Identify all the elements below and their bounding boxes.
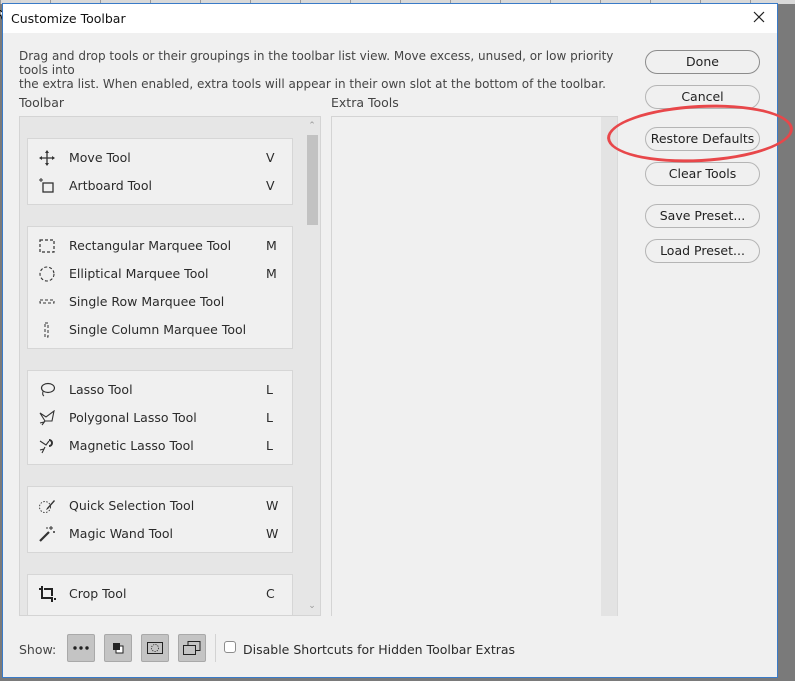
tool-name: Polygonal Lasso Tool <box>69 410 197 425</box>
single-row-marquee-icon <box>38 294 56 310</box>
show-label: Show: <box>19 642 57 657</box>
tool-name: Single Column Marquee Tool <box>69 322 247 337</box>
foreground-background-colors-icon <box>113 643 124 654</box>
title-bar: Customize Toolbar <box>3 4 777 33</box>
tool-item-crop[interactable]: Crop Tool C <box>28 580 292 608</box>
tool-item-perspective-crop[interactable]: Perspective Crop Tool C <box>28 608 292 615</box>
load-preset-button[interactable]: Load Preset... <box>645 239 760 263</box>
single-column-marquee-icon <box>38 322 56 338</box>
tool-name: Single Row Marquee Tool <box>69 294 225 309</box>
show-more-options-button[interactable] <box>67 634 95 662</box>
tool-name: Rectangular Marquee Tool <box>69 238 232 253</box>
extra-tools-label: Extra Tools <box>331 95 399 110</box>
tool-group-crop[interactable]: Crop Tool C Perspective Crop Tool C <box>27 574 293 615</box>
tool-name: Perspective Crop Tool <box>69 614 203 615</box>
tool-shortcut: M <box>266 238 277 253</box>
polygonal-lasso-icon <box>38 410 56 426</box>
scroll-up-arrow-icon[interactable]: ⌃ <box>304 119 320 133</box>
restore-defaults-button[interactable]: Restore Defaults <box>645 127 760 151</box>
extra-tools-scrollbar[interactable] <box>601 117 618 616</box>
screen-mode-icon <box>183 641 201 655</box>
show-screen-mode-button[interactable] <box>178 634 206 662</box>
scrollbar-thumb[interactable] <box>307 135 318 225</box>
tool-name: Move Tool <box>69 150 131 165</box>
toolbar-list-label: Toolbar <box>19 95 65 110</box>
close-button[interactable] <box>749 7 769 27</box>
more-options-icon <box>73 646 89 650</box>
scroll-down-arrow-icon[interactable]: ⌄ <box>304 599 320 613</box>
tool-name: Crop Tool <box>69 586 127 601</box>
instructions-line-2: the extra list. When enabled, extra tool… <box>19 77 606 91</box>
toolbar-list-scrollbar[interactable]: ⌃ ⌄ <box>304 117 320 615</box>
crop-icon <box>38 586 56 602</box>
tool-item-magic-wand[interactable]: Magic Wand Tool W <box>28 520 292 548</box>
customize-toolbar-dialog: Customize Toolbar Drag and drop tools or… <box>2 3 778 678</box>
done-button[interactable]: Done <box>645 50 760 74</box>
toolbar-list[interactable]: Move Tool V Artboard Tool V Rectangular … <box>19 116 321 616</box>
tool-group-marquee[interactable]: Rectangular Marquee Tool M Elliptical Ma… <box>27 226 293 349</box>
tool-group-move[interactable]: Move Tool V Artboard Tool V <box>27 138 293 205</box>
tool-name: Lasso Tool <box>69 382 133 397</box>
tool-item-lasso[interactable]: Lasso Tool L <box>28 376 292 404</box>
tool-item-single-column-marquee[interactable]: Single Column Marquee Tool <box>28 316 292 344</box>
elliptical-marquee-icon <box>38 266 56 282</box>
instructions-line-1: Drag and drop tools or their groupings i… <box>19 49 614 77</box>
tool-item-magnetic-lasso[interactable]: Magnetic Lasso Tool L <box>28 432 292 460</box>
tool-shortcut: L <box>266 382 273 397</box>
artboard-icon <box>38 178 56 194</box>
divider <box>215 634 216 662</box>
tool-shortcut: W <box>266 526 279 541</box>
tool-shortcut: V <box>266 150 275 165</box>
show-colors-button[interactable] <box>104 634 132 662</box>
tool-item-single-row-marquee[interactable]: Single Row Marquee Tool <box>28 288 292 316</box>
rectangular-marquee-icon <box>38 238 56 254</box>
tool-item-move[interactable]: Move Tool V <box>28 144 292 172</box>
tool-name: Artboard Tool <box>69 178 152 193</box>
tool-name: Magnetic Lasso Tool <box>69 438 194 453</box>
bottom-bar: Show: Disable Shortcuts for Hidden Toolb… <box>3 626 777 666</box>
tool-shortcut: V <box>266 178 275 193</box>
tool-item-artboard[interactable]: Artboard Tool V <box>28 172 292 200</box>
instructions-text: Drag and drop tools or their groupings i… <box>19 49 629 91</box>
lasso-icon <box>38 382 56 398</box>
tool-shortcut: W <box>266 498 279 513</box>
tool-item-rectangular-marquee[interactable]: Rectangular Marquee Tool M <box>28 232 292 260</box>
tool-name: Quick Selection Tool <box>69 498 195 513</box>
magnetic-lasso-icon <box>38 438 56 454</box>
cancel-button[interactable]: Cancel <box>645 85 760 109</box>
tool-shortcut: C <box>266 614 275 615</box>
tool-shortcut: M <box>266 266 277 281</box>
tool-item-polygonal-lasso[interactable]: Polygonal Lasso Tool L <box>28 404 292 432</box>
quick-selection-icon <box>38 498 56 514</box>
quick-mask-icon <box>147 642 163 654</box>
show-quick-mask-button[interactable] <box>141 634 169 662</box>
tool-name: Magic Wand Tool <box>69 526 174 541</box>
save-preset-button[interactable]: Save Preset... <box>645 204 760 228</box>
dialog-title: Customize Toolbar <box>11 11 126 26</box>
move-icon <box>38 150 56 166</box>
disable-shortcuts-checkbox[interactable] <box>224 641 236 653</box>
magic-wand-icon <box>38 526 56 542</box>
clear-tools-button[interactable]: Clear Tools <box>645 162 760 186</box>
tool-group-selection[interactable]: Quick Selection Tool W Magic Wand Tool W <box>27 486 293 553</box>
extra-tools-list[interactable] <box>331 116 618 616</box>
close-icon <box>753 11 765 23</box>
tool-group-lasso[interactable]: Lasso Tool L Polygonal Lasso Tool L Magn… <box>27 370 293 465</box>
tool-shortcut: L <box>266 410 273 425</box>
perspective-crop-icon <box>38 614 56 615</box>
tool-name: Elliptical Marquee Tool <box>69 266 209 281</box>
tool-shortcut: L <box>266 438 273 453</box>
tool-shortcut: C <box>266 586 275 601</box>
disable-shortcuts-label[interactable]: Disable Shortcuts for Hidden Toolbar Ext… <box>243 642 515 657</box>
tool-item-elliptical-marquee[interactable]: Elliptical Marquee Tool M <box>28 260 292 288</box>
tool-item-quick-selection[interactable]: Quick Selection Tool W <box>28 492 292 520</box>
